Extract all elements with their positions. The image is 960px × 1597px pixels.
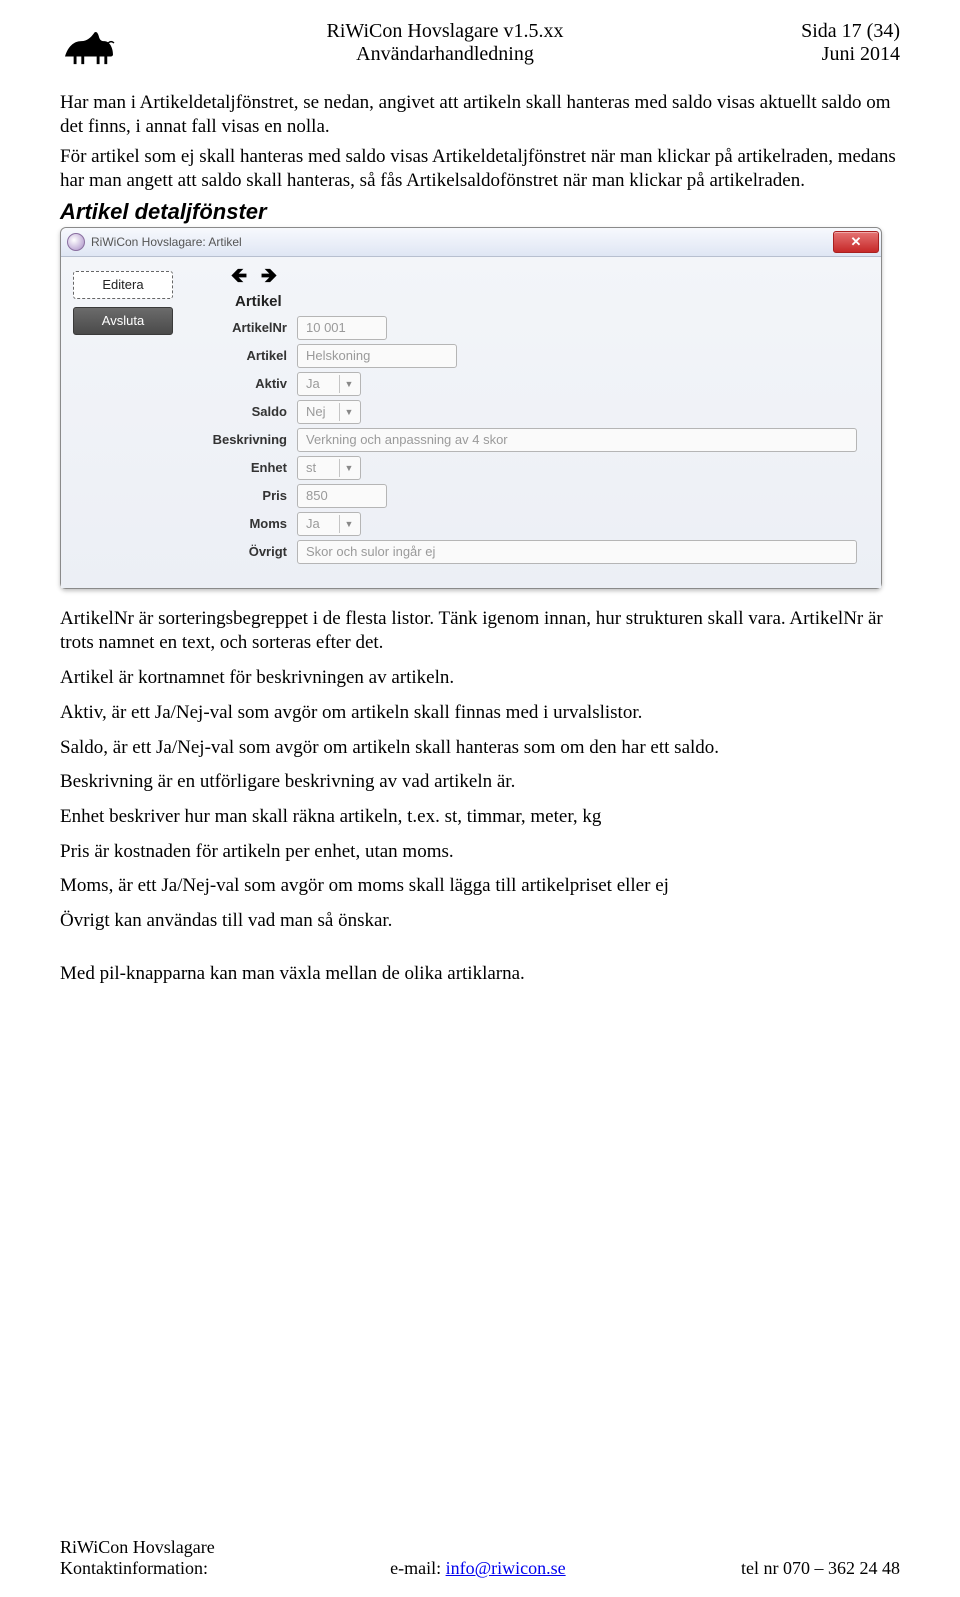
form-title: Artikel: [235, 293, 869, 310]
intro-paragraph-2: För artikel som ej skall hanteras med sa…: [60, 145, 900, 193]
header-title-1: RiWiCon Hovslagare v1.5.xx: [140, 20, 750, 43]
field-beskrivning[interactable]: Verkning och anpassning av 4 skor: [297, 428, 857, 452]
body-p1: ArtikelNr är sorteringsbegreppet i de fl…: [60, 607, 900, 656]
field-pris[interactable]: 850: [297, 484, 387, 508]
field-moms-value: Ja: [306, 516, 320, 531]
header-date: Juni 2014: [750, 43, 900, 66]
body-p5: Beskrivning är en utförligare beskrivnin…: [60, 770, 900, 795]
field-aktiv[interactable]: Ja ▼: [297, 372, 361, 396]
arrow-right-icon: 🡺: [261, 261, 277, 295]
label-aktiv: Aktiv: [197, 376, 287, 391]
field-saldo-value: Nej: [306, 404, 326, 419]
page-header: RiWiCon Hovslagare v1.5.xx Användarhandl…: [60, 20, 900, 73]
body-p10: Med pil-knapparna kan man växla mellan d…: [60, 962, 900, 987]
field-artikelnr[interactable]: 10 001: [297, 316, 387, 340]
header-title-2: Användarhandledning: [140, 43, 750, 66]
label-artikel: Artikel: [197, 348, 287, 363]
label-ovrigt: Övrigt: [197, 544, 287, 559]
field-enhet[interactable]: st ▼: [297, 456, 361, 480]
body-p6: Enhet beskriver hur man skall räkna arti…: [60, 805, 900, 830]
page-footer: RiWiCon Hovslagare Kontaktinformation: e…: [60, 1537, 900, 1579]
close-icon: ✕: [851, 234, 862, 250]
close-button[interactable]: ✕: [833, 231, 879, 253]
arrow-left-icon: 🡸: [231, 261, 247, 295]
label-artikelnr: ArtikelNr: [197, 320, 287, 335]
label-saldo: Saldo: [197, 404, 287, 419]
window-titlebar: RiWiCon Hovslagare: Artikel ✕: [61, 228, 881, 257]
field-artikel[interactable]: Helskoning: [297, 344, 457, 368]
avsluta-button[interactable]: Avsluta: [73, 307, 173, 335]
footer-company: RiWiCon Hovslagare: [60, 1537, 215, 1558]
chevron-down-icon: ▼: [339, 375, 358, 393]
editera-button[interactable]: Editera: [73, 271, 173, 299]
field-saldo[interactable]: Nej ▼: [297, 400, 361, 424]
label-pris: Pris: [197, 488, 287, 503]
body-p4: Saldo, är ett Ja/Nej-val som avgör om ar…: [60, 736, 900, 761]
body-p9: Övrigt kan användas till vad man så önsk…: [60, 909, 900, 934]
body-p3: Aktiv, är ett Ja/Nej-val som avgör om ar…: [60, 701, 900, 726]
horse-logo: [60, 20, 118, 68]
window-title: RiWiCon Hovslagare: Artikel: [91, 235, 242, 249]
next-arrow-button[interactable]: 🡺: [255, 267, 283, 289]
chevron-down-icon: ▼: [339, 403, 358, 421]
prev-arrow-button[interactable]: 🡸: [225, 267, 253, 289]
body-p2: Artikel är kortnamnet för beskrivningen …: [60, 666, 900, 691]
app-icon: [67, 233, 85, 251]
field-ovrigt[interactable]: Skor och sulor ingår ej: [297, 540, 857, 564]
footer-contact-label: Kontaktinformation:: [60, 1558, 215, 1579]
section-title: Artikel detaljfönster: [60, 199, 900, 225]
label-beskrivning: Beskrivning: [197, 432, 287, 447]
artikel-window: RiWiCon Hovslagare: Artikel ✕ Editera Av…: [60, 227, 882, 589]
body-p8: Moms, är ett Ja/Nej-val som avgör om mom…: [60, 874, 900, 899]
field-enhet-value: st: [306, 460, 316, 475]
label-moms: Moms: [197, 516, 287, 531]
chevron-down-icon: ▼: [339, 459, 358, 477]
chevron-down-icon: ▼: [339, 515, 358, 533]
footer-email-link[interactable]: info@riwicon.se: [446, 1558, 566, 1578]
intro-paragraph-1: Har man i Artikeldetaljfönstret, se neda…: [60, 91, 900, 139]
body-p7: Pris är kostnaden för artikeln per enhet…: [60, 840, 900, 865]
field-aktiv-value: Ja: [306, 376, 320, 391]
header-page-number: Sida 17 (34): [750, 20, 900, 43]
field-moms[interactable]: Ja ▼: [297, 512, 361, 536]
footer-phone: tel nr 070 – 362 24 48: [741, 1558, 900, 1579]
footer-email-label: e-mail:: [390, 1558, 445, 1578]
label-enhet: Enhet: [197, 460, 287, 475]
